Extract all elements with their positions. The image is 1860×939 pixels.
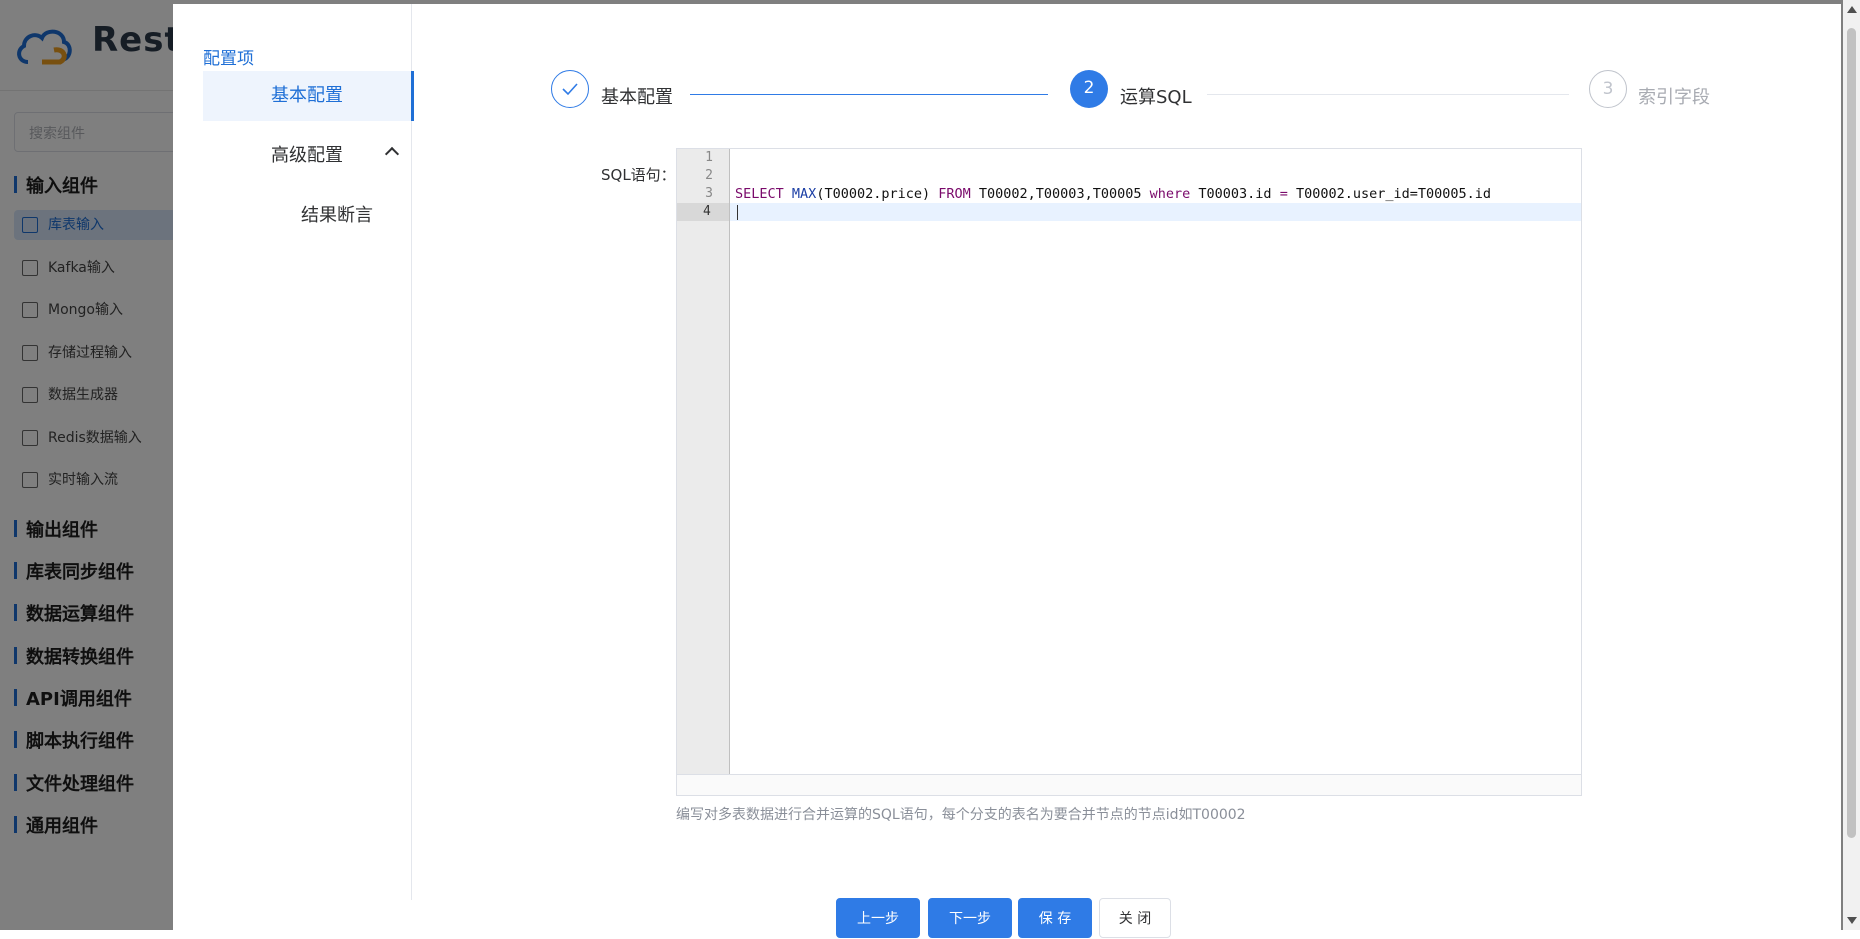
step-1-check-icon [551,70,589,108]
sql-code-line: SELECT MAX(T00002.price) FROM T00002,T00… [735,185,1491,203]
line-number: 2 [705,168,713,183]
sql-editor[interactable]: 1 2 3 4 SELECT MAX(T00002.price) FROM T0… [676,148,1582,796]
cond-right: T00002.user_id=T00005.id [1295,186,1492,202]
scroll-down-arrow-icon[interactable] [1847,917,1857,924]
menu-advanced-config[interactable]: 高级配置 [203,131,411,181]
page-scrollbar[interactable] [1843,0,1860,930]
sql-label: SQL语句： [601,166,676,184]
scrollbar-thumb[interactable] [1847,28,1856,838]
line-number: 3 [705,186,713,201]
editor-gutter: 1 2 3 4 [677,149,730,775]
config-menu: 配置项 基本配置 高级配置 结果断言 [173,4,414,900]
cond-left: T00003.id [1198,186,1272,202]
table-list: T00002,T00003,T00005 [978,186,1142,202]
save-button[interactable]: 保 存 [1018,898,1092,938]
sql-hint: 编写对多表数据进行合并运算的SQL语句，每个分支的表名为要合并节点的节点id如T… [676,807,1246,823]
prev-step-button[interactable]: 上一步 [836,898,920,938]
fn-arg: (T00002.price) [816,186,931,202]
chevron-up-icon [384,146,400,162]
step-3-circle: 3 [1589,70,1627,108]
kw-where: where [1149,186,1191,202]
step-line-1 [690,94,1048,95]
line-number: 1 [705,150,713,165]
step-2-circle: 2 [1070,70,1108,108]
kw-select: SELECT [735,186,784,202]
editor-horizontal-scrollbar[interactable] [677,774,1581,795]
menu-result-assert[interactable]: 结果断言 [203,191,411,241]
step-line-2 [1207,94,1569,95]
kw-from: FROM [938,186,971,202]
line-number-active: 4 [677,203,729,221]
next-step-button[interactable]: 下一步 [928,898,1012,938]
close-button[interactable]: 关 闭 [1099,898,1171,938]
step-3-label: 索引字段 [1638,87,1710,108]
menu-advanced-label: 高级配置 [271,145,343,166]
step-2-label: 运算SQL [1120,87,1192,108]
op-equals: = [1279,186,1288,202]
active-line-highlight [730,203,1581,221]
text-cursor [737,205,738,220]
menu-basic-config[interactable]: 基本配置 [203,71,414,121]
scroll-up-arrow-icon[interactable] [1847,6,1857,13]
config-dialog: 配置项 基本配置 高级配置 结果断言 基本配置 2 运算SQL 3 索引字段 S… [173,4,1841,938]
fn-max: MAX [791,186,817,202]
config-title: 配置项 [203,49,254,69]
step-1-label: 基本配置 [601,87,673,108]
